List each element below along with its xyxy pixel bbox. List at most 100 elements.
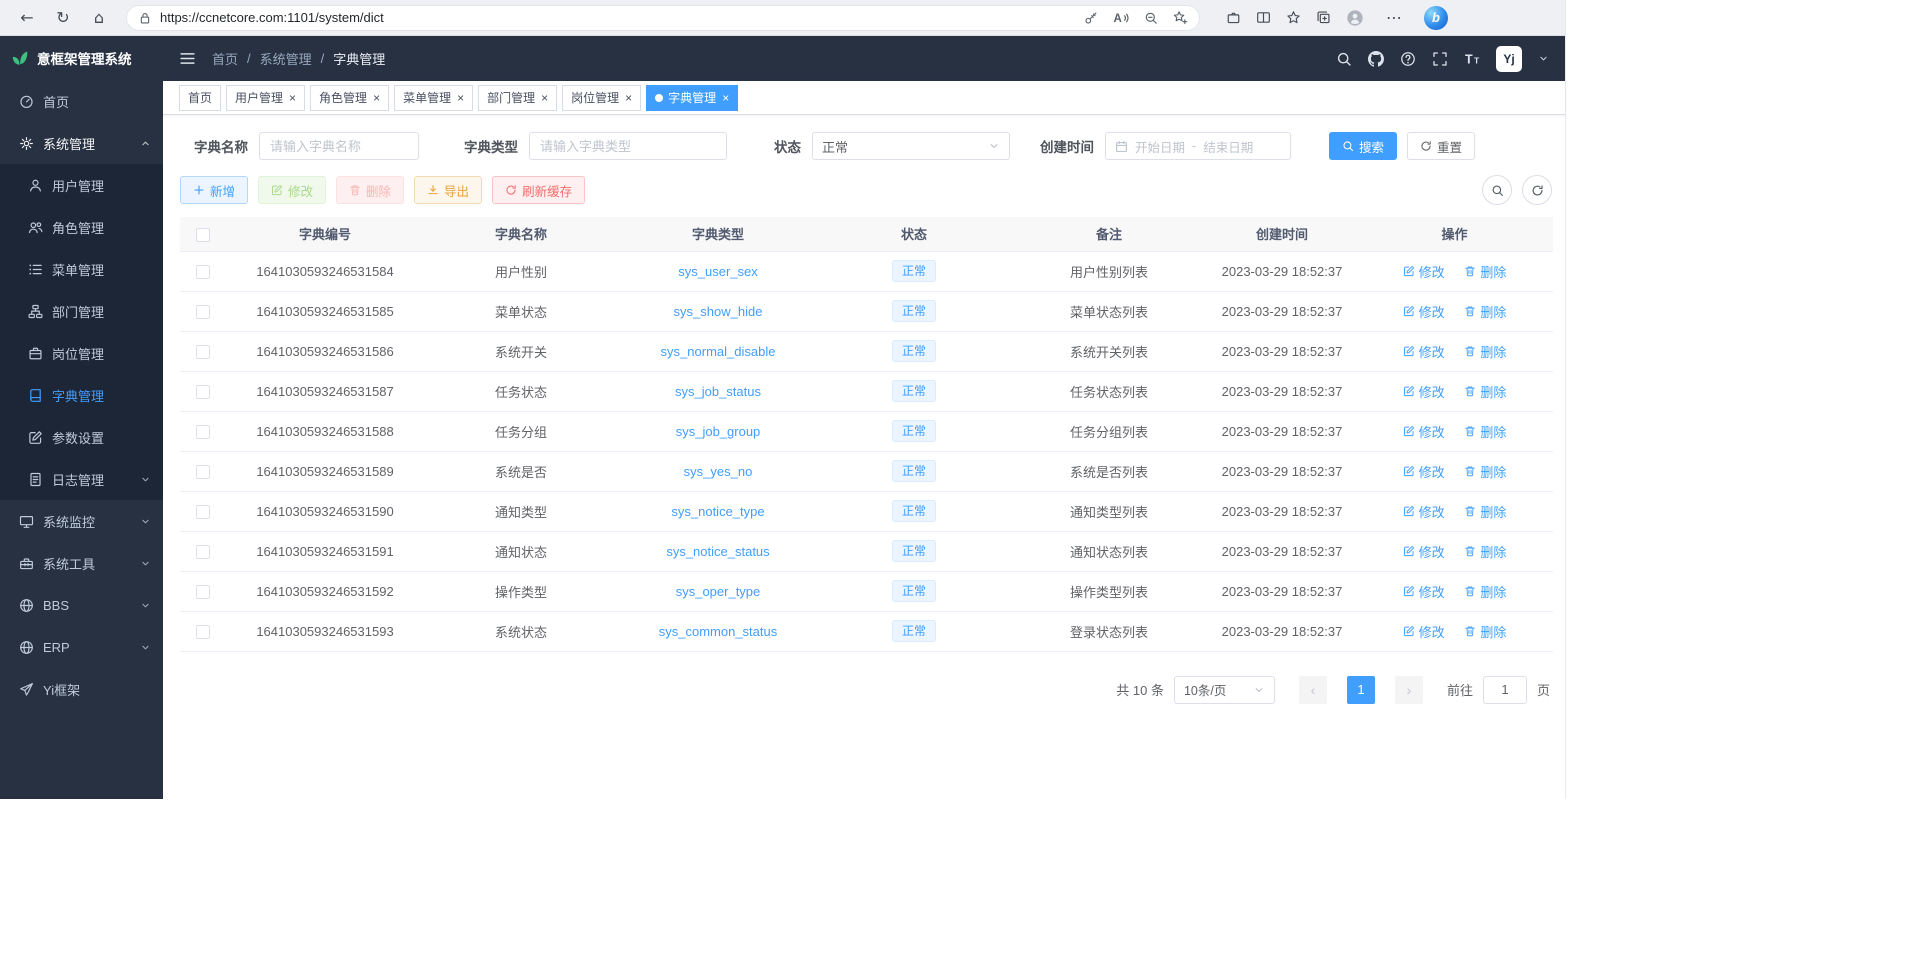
profile-avatar-icon[interactable] xyxy=(1346,9,1364,27)
sidebar-toggle-button[interactable] xyxy=(179,50,196,67)
help-icon[interactable] xyxy=(1400,51,1416,67)
row-delete-button[interactable]: 删除 xyxy=(1464,622,1506,641)
add-favorite-icon[interactable] xyxy=(1173,10,1188,25)
tab-dept-management[interactable]: 部门管理× xyxy=(478,85,557,111)
dict-type-link[interactable]: sys_job_status xyxy=(675,384,761,399)
row-delete-button[interactable]: 删除 xyxy=(1464,342,1506,361)
sidebar-item-system-monitor[interactable]: 系统监控 xyxy=(0,500,163,542)
refresh-cache-button[interactable]: 刷新缓存 xyxy=(492,176,585,204)
tab-home[interactable]: 首页 xyxy=(179,85,221,111)
row-checkbox[interactable] xyxy=(196,385,210,399)
tab-menu-management[interactable]: 菜单管理× xyxy=(394,85,473,111)
page-size-select[interactable]: 10条/页 xyxy=(1174,676,1275,704)
dict-type-link[interactable]: sys_oper_type xyxy=(676,584,761,599)
tab-user-management[interactable]: 用户管理× xyxy=(226,85,305,111)
browser-reload-button[interactable]: ↻ xyxy=(48,4,78,32)
row-edit-button[interactable]: 修改 xyxy=(1403,342,1445,361)
dict-name-input[interactable] xyxy=(259,132,419,160)
row-checkbox[interactable] xyxy=(196,305,210,319)
row-edit-button[interactable]: 修改 xyxy=(1403,262,1445,281)
sidebar-item-role-management[interactable]: 角色管理 xyxy=(0,206,163,248)
row-edit-button[interactable]: 修改 xyxy=(1403,622,1445,641)
favorites-icon[interactable] xyxy=(1286,10,1301,25)
close-icon[interactable]: × xyxy=(289,92,296,104)
toggle-search-button[interactable] xyxy=(1482,175,1512,205)
row-checkbox[interactable] xyxy=(196,545,210,559)
fullscreen-icon[interactable] xyxy=(1432,51,1448,67)
close-icon[interactable]: × xyxy=(541,92,548,104)
zoom-out-icon[interactable] xyxy=(1144,11,1158,25)
close-icon[interactable]: × xyxy=(722,92,729,104)
row-edit-button[interactable]: 修改 xyxy=(1403,382,1445,401)
row-checkbox[interactable] xyxy=(196,425,210,439)
row-delete-button[interactable]: 删除 xyxy=(1464,302,1506,321)
copilot-icon[interactable]: b xyxy=(1424,6,1448,30)
sidebar-item-bbs[interactable]: BBS xyxy=(0,584,163,626)
sidebar-item-dept-management[interactable]: 部门管理 xyxy=(0,290,163,332)
browser-back-button[interactable]: ← xyxy=(12,4,42,32)
dict-type-link[interactable]: sys_common_status xyxy=(659,624,778,639)
row-checkbox[interactable] xyxy=(196,505,210,519)
delete-button[interactable]: 删除 xyxy=(336,176,404,204)
breadcrumb-system[interactable]: 系统管理 xyxy=(260,49,312,68)
sidebar-item-system-management[interactable]: 系统管理 xyxy=(0,122,163,164)
sidebar-item-user-management[interactable]: 用户管理 xyxy=(0,164,163,206)
github-icon[interactable] xyxy=(1368,51,1384,67)
row-edit-button[interactable]: 修改 xyxy=(1403,542,1445,561)
edit-button[interactable]: 修改 xyxy=(258,176,326,204)
row-edit-button[interactable]: 修改 xyxy=(1403,302,1445,321)
sidebar-item-yi-framework[interactable]: Yi框架 xyxy=(0,668,163,710)
row-delete-button[interactable]: 删除 xyxy=(1464,422,1506,441)
export-button[interactable]: 导出 xyxy=(414,176,482,204)
row-checkbox[interactable] xyxy=(196,625,210,639)
row-delete-button[interactable]: 删除 xyxy=(1464,502,1506,521)
sidebar-item-post-management[interactable]: 岗位管理 xyxy=(0,332,163,374)
sidebar-item-home[interactable]: 首页 xyxy=(0,80,163,122)
row-edit-button[interactable]: 修改 xyxy=(1403,582,1445,601)
dict-type-link[interactable]: sys_job_group xyxy=(676,424,761,439)
row-checkbox[interactable] xyxy=(196,265,210,279)
sidebar-item-erp[interactable]: ERP xyxy=(0,626,163,668)
saved-passwords-icon[interactable] xyxy=(1084,11,1098,25)
tab-role-management[interactable]: 角色管理× xyxy=(310,85,389,111)
goto-page-input[interactable] xyxy=(1483,676,1527,704)
font-size-icon[interactable] xyxy=(1464,51,1480,67)
read-aloud-icon[interactable] xyxy=(1113,10,1129,26)
row-edit-button[interactable]: 修改 xyxy=(1403,502,1445,521)
status-select[interactable]: 正常 xyxy=(812,132,1010,160)
collections-icon[interactable] xyxy=(1316,10,1331,25)
row-delete-button[interactable]: 删除 xyxy=(1464,542,1506,561)
sidebar-item-log-management[interactable]: 日志管理 xyxy=(0,458,163,500)
close-icon[interactable]: × xyxy=(625,92,632,104)
row-edit-button[interactable]: 修改 xyxy=(1403,422,1445,441)
close-icon[interactable]: × xyxy=(457,92,464,104)
row-delete-button[interactable]: 删除 xyxy=(1464,462,1506,481)
row-checkbox[interactable] xyxy=(196,345,210,359)
row-delete-button[interactable]: 删除 xyxy=(1464,582,1506,601)
row-checkbox[interactable] xyxy=(196,585,210,599)
address-bar[interactable]: https://ccnetcore.com:1101/system/dict xyxy=(126,5,1200,31)
breadcrumb-home[interactable]: 首页 xyxy=(212,49,238,68)
dict-type-link[interactable]: sys_show_hide xyxy=(674,304,763,319)
extensions-icon[interactable] xyxy=(1226,10,1241,25)
sidebar-item-param-settings[interactable]: 参数设置 xyxy=(0,416,163,458)
split-screen-icon[interactable] xyxy=(1256,10,1271,25)
browser-menu-button[interactable]: ⋯ xyxy=(1379,4,1409,32)
header-search-icon[interactable] xyxy=(1336,51,1352,67)
add-button[interactable]: 新增 xyxy=(180,176,248,204)
tab-post-management[interactable]: 岗位管理× xyxy=(562,85,641,111)
browser-home-button[interactable]: ⌂ xyxy=(84,4,114,32)
dict-type-link[interactable]: sys_notice_status xyxy=(666,544,769,559)
dict-type-input[interactable] xyxy=(529,132,727,160)
row-checkbox[interactable] xyxy=(196,465,210,479)
user-menu-caret-icon[interactable] xyxy=(1538,53,1549,64)
next-page-button[interactable]: › xyxy=(1395,676,1423,704)
reset-button[interactable]: 重置 xyxy=(1407,132,1475,160)
dict-type-link[interactable]: sys_yes_no xyxy=(684,464,753,479)
sidebar-item-menu-management[interactable]: 菜单管理 xyxy=(0,248,163,290)
prev-page-button[interactable]: ‹ xyxy=(1299,676,1327,704)
close-icon[interactable]: × xyxy=(373,92,380,104)
user-avatar[interactable]: Yj xyxy=(1496,46,1522,72)
dict-type-link[interactable]: sys_user_sex xyxy=(678,264,757,279)
sidebar-item-system-tools[interactable]: 系统工具 xyxy=(0,542,163,584)
